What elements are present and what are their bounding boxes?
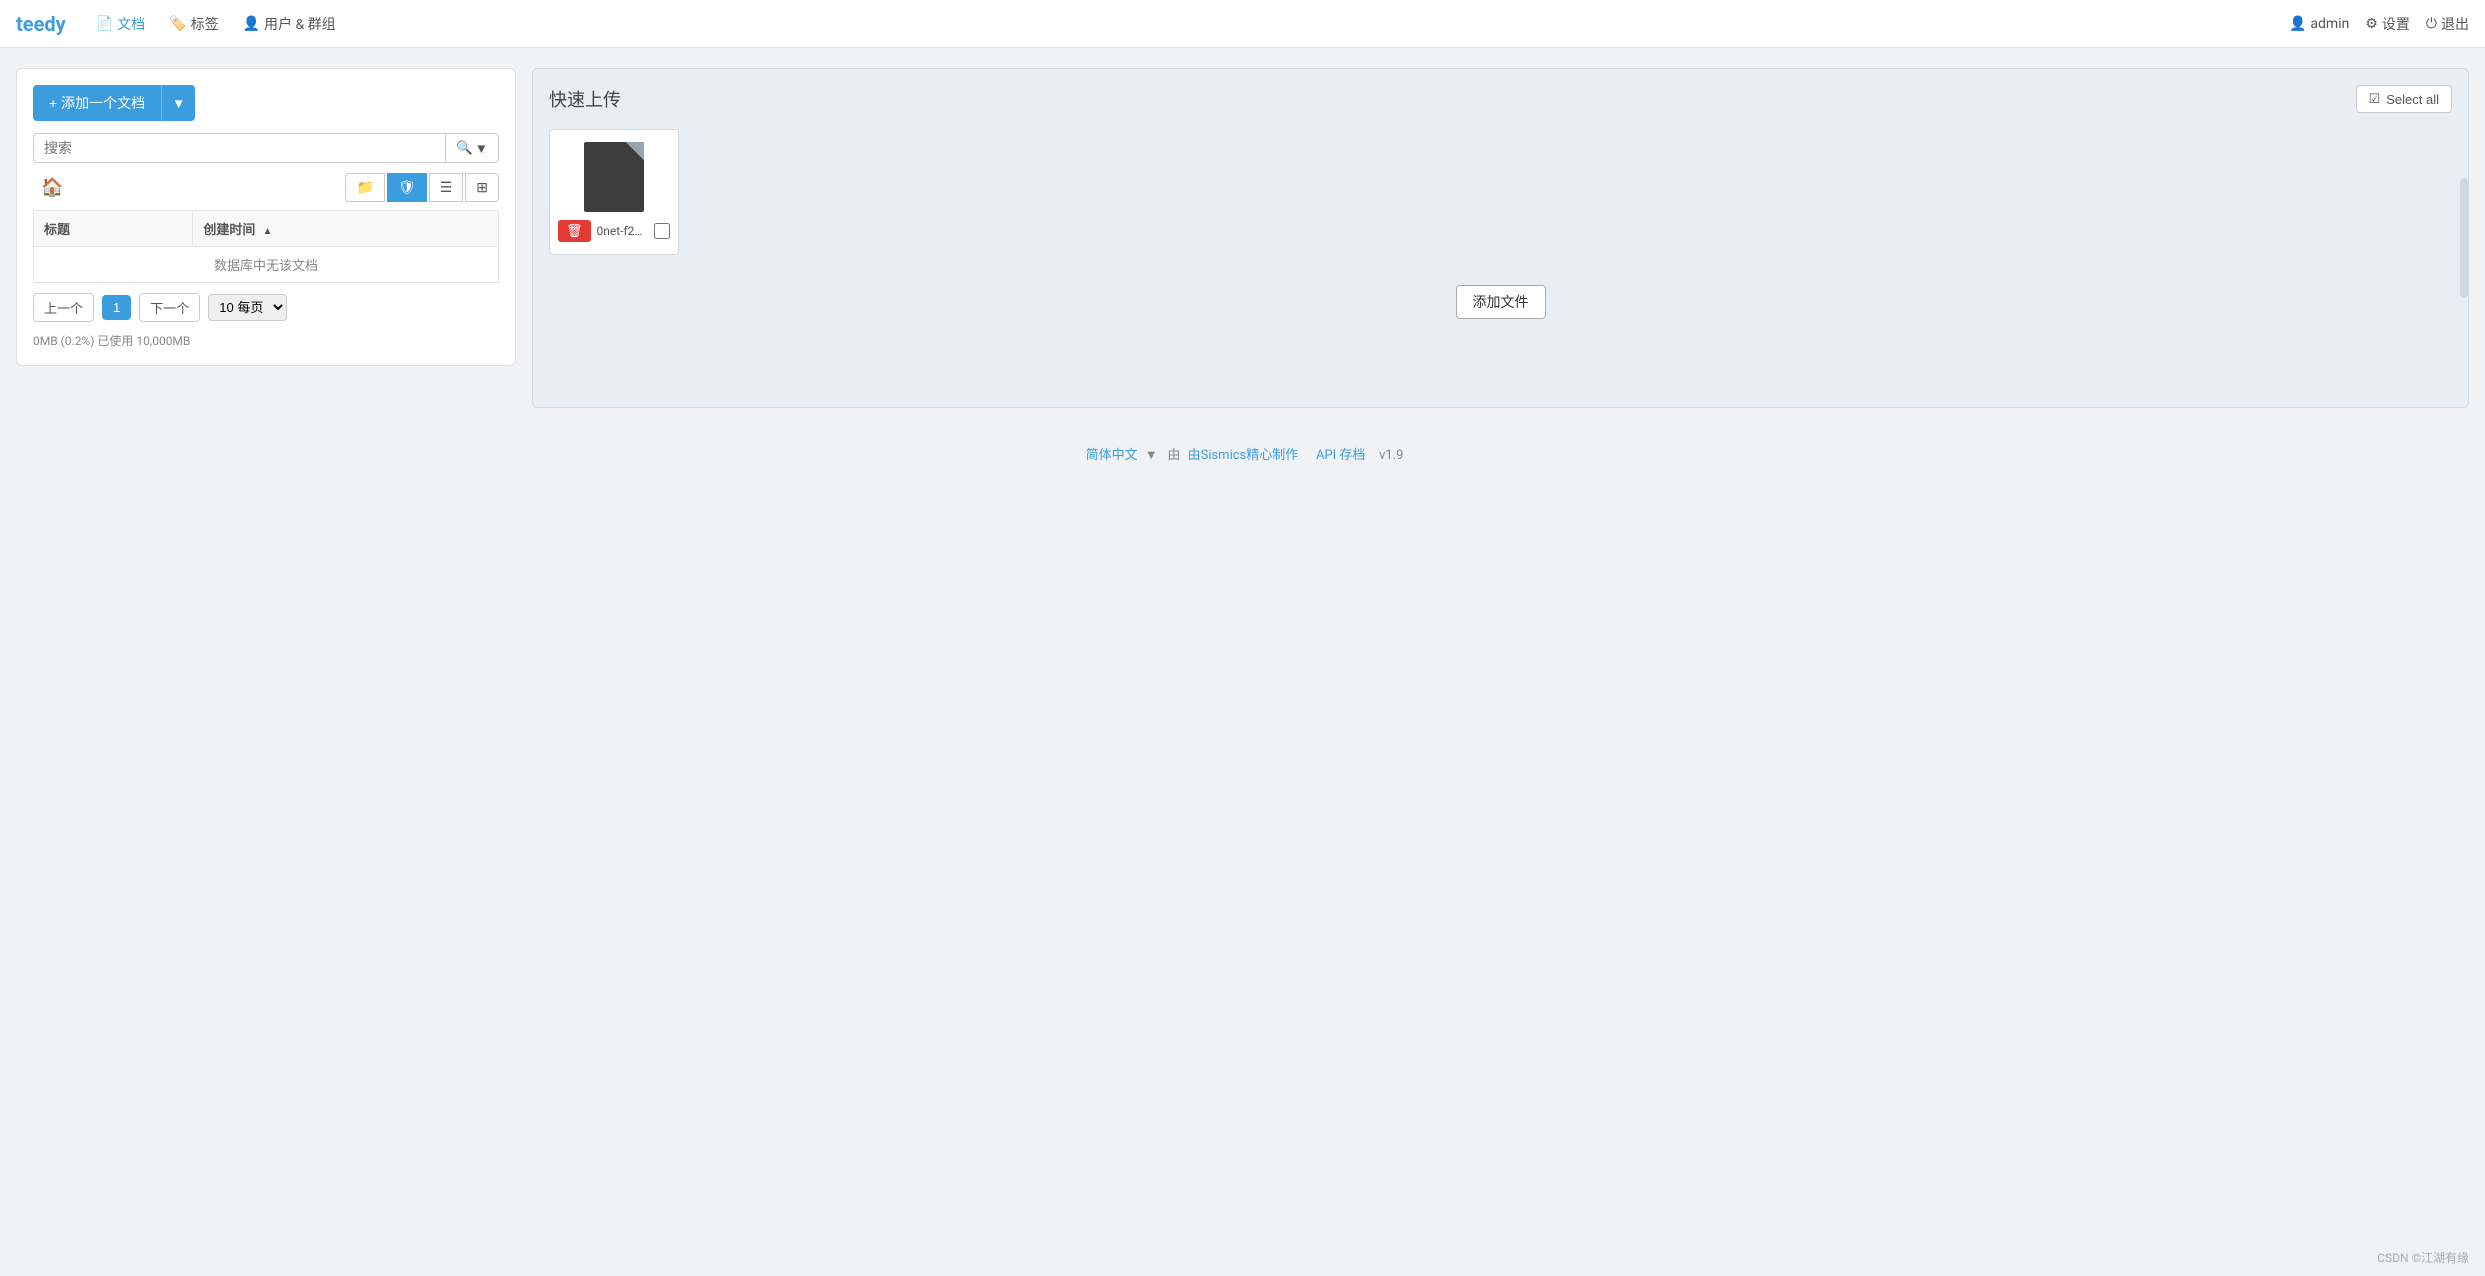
col-created[interactable]: 创建时间 ▲ [193, 211, 499, 247]
sort-icon: ▲ [263, 226, 273, 237]
col-title[interactable]: 标题 [34, 211, 193, 247]
next-page-button[interactable]: 下一个 [139, 293, 200, 322]
nav-documents-label: 文档 [117, 14, 145, 34]
empty-message: 数据库中无该文档 [34, 247, 499, 283]
nav-menu: 📄 文档 🏷️ 标签 👤 用户 & 群组 [86, 8, 2289, 40]
admin-label: admin [2310, 16, 2349, 32]
nav-users-label: 用户 & 群组 [264, 14, 336, 34]
document-table: 标题 创建时间 ▲ 数据库中无该文档 [33, 210, 499, 283]
table-empty-row: 数据库中无该文档 [34, 247, 499, 283]
trash-icon: 🗑 [566, 223, 583, 238]
file-name: 0net-f23118wg-202005-.4 [597, 224, 648, 238]
admin-menu[interactable]: 👤 admin [2289, 16, 2349, 32]
add-document-dropdown-button[interactable]: ▼ [161, 85, 195, 121]
search-row: 🔍 ▼ [33, 133, 499, 163]
navbar: teedy 📄 文档 🏷️ 标签 👤 用户 & 群组 👤 admin ⚙ 设置 … [0, 0, 2485, 48]
made-by-link[interactable]: 由Sismics精心制作 [1188, 448, 1299, 463]
grid-view-button[interactable]: ⊞ [465, 173, 499, 202]
api-link[interactable]: API 存档 [1316, 448, 1365, 463]
user-icon: 👤 [243, 16, 260, 32]
toolbar-icons: 📁 🛡 ☰ ⊞ [345, 173, 499, 202]
select-all-label: Select all [2386, 92, 2439, 107]
right-panel-header: 快速上传 ☑ Select all [549, 85, 2452, 113]
select-all-button[interactable]: ☑ Select all [2356, 85, 2452, 113]
add-document-button[interactable]: + 添加一个文档 [33, 85, 161, 121]
version-label: v1.9 [1379, 448, 1403, 463]
add-file-button[interactable]: 添加文件 [1456, 285, 1546, 319]
shield-view-button[interactable]: 🛡 [387, 173, 427, 202]
brand-logo[interactable]: teedy [16, 12, 66, 36]
file-card: 🗑 0net-f23118wg-202005-.4 [549, 129, 679, 255]
prev-page-button[interactable]: 上一个 [33, 293, 94, 322]
made-by-label: 由 [1167, 448, 1180, 463]
settings-menu[interactable]: ⚙ 设置 [2365, 14, 2410, 34]
scrollbar[interactable] [2460, 178, 2468, 298]
checkbox-icon: ☑ [2369, 91, 2381, 107]
list-view-button[interactable]: ☰ [429, 173, 464, 202]
right-panel: 快速上传 ☑ Select all 🗑 0net-f23118wg-202005… [532, 68, 2469, 408]
file-checkbox[interactable] [654, 223, 670, 239]
logout-label: 退出 [2441, 14, 2469, 34]
settings-label: 设置 [2382, 14, 2410, 34]
folder-view-button[interactable]: 📁 [345, 173, 384, 202]
search-dropdown-arrow: ▼ [475, 141, 488, 156]
left-panel: + 添加一个文档 ▼ 🔍 ▼ 🏠 📁 🛡 ☰ ⊞ [16, 68, 516, 366]
nav-item-tags[interactable]: 🏷️ 标签 [159, 8, 228, 40]
search-input[interactable] [33, 133, 446, 163]
settings-gear-icon: ⚙ [2365, 16, 2378, 32]
logout-menu[interactable]: ⏻ 退出 [2426, 14, 2469, 34]
footer: 简体中文 ▼ 由 由Sismics精心制作 API 存档 v1.9 [0, 428, 2485, 479]
col-created-label: 创建时间 [203, 223, 255, 238]
main-container: + 添加一个文档 ▼ 🔍 ▼ 🏠 📁 🛡 ☰ ⊞ [0, 48, 2485, 428]
storage-info: 0MB (0.2%) 已使用 10,000MB [33, 332, 499, 349]
navbar-right: 👤 admin ⚙ 设置 ⏻ 退出 [2289, 14, 2469, 34]
search-icon: 🔍 [456, 140, 473, 156]
toolbar-row: 🏠 📁 🛡 ☰ ⊞ [33, 173, 499, 202]
home-button[interactable]: 🏠 [33, 173, 71, 202]
upload-files-area: 🗑 0net-f23118wg-202005-.4 [549, 129, 2452, 255]
copyright: CSDN ©江湖有缘 [2377, 1249, 2469, 1266]
tag-icon: 🏷️ [169, 16, 186, 32]
language-selector[interactable]: 简体中文 [1086, 448, 1138, 463]
file-entry: 🗑 0net-f23118wg-202005-.4 [558, 220, 670, 242]
add-doc-btn-group: + 添加一个文档 ▼ [33, 85, 499, 121]
admin-person-icon: 👤 [2289, 16, 2306, 32]
document-icon: 📄 [96, 16, 113, 32]
nav-item-users[interactable]: 👤 用户 & 群组 [233, 8, 346, 40]
add-file-area: 添加文件 [549, 285, 2452, 319]
current-page-button[interactable]: 1 [102, 295, 131, 320]
search-button[interactable]: 🔍 ▼ [446, 133, 499, 163]
file-thumbnail-icon [584, 142, 644, 212]
search-input-wrap [33, 133, 446, 163]
nav-tags-label: 标签 [191, 14, 219, 34]
quick-upload-title: 快速上传 [549, 86, 621, 112]
pagination-row: 上一个 1 下一个 10 每页 25 每页 50 每页 [33, 293, 499, 322]
file-delete-button[interactable]: 🗑 [558, 220, 591, 242]
nav-item-documents[interactable]: 📄 文档 [86, 8, 155, 40]
per-page-select[interactable]: 10 每页 25 每页 50 每页 [208, 294, 287, 321]
power-icon: ⏻ [2426, 16, 2437, 32]
